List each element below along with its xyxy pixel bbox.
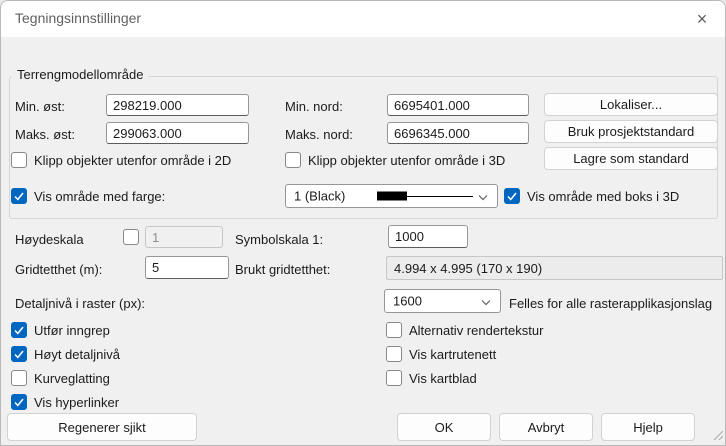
- regenerate-layer-button[interactable]: Regenerer sjikt: [7, 413, 197, 441]
- checkbox-label: Vis område med boks i 3D: [527, 189, 679, 204]
- max-north-label: Maks. nord:: [285, 127, 353, 143]
- color-swatch: [377, 192, 407, 201]
- use-project-standard-button[interactable]: Bruk prosjektstandard: [544, 120, 718, 143]
- checkbox-icon: [386, 370, 402, 386]
- height-scale-label: Høydeskala: [15, 232, 84, 248]
- checkbox-label: Vis område med farge:: [34, 189, 165, 204]
- checkbox-clip-outside-area-2d[interactable]: Klipp objekter utenfor område i 2D: [11, 152, 231, 168]
- checkbox-kurveglatting[interactable]: Kurveglatting: [11, 370, 110, 386]
- checkbox-icon: [11, 394, 27, 410]
- checkbox-icon: [386, 346, 402, 362]
- area-color-dropdown[interactable]: 1 (Black): [285, 184, 498, 208]
- checkbox-label: Utfør inngrep: [34, 323, 110, 338]
- checkbox-icon: [123, 229, 139, 245]
- checkbox-label: Klipp objekter utenfor område i 2D: [34, 153, 231, 168]
- ok-button[interactable]: OK: [397, 413, 491, 441]
- chevron-down-icon: [478, 189, 488, 204]
- raster-detail-value: 1600: [393, 294, 422, 309]
- checkbox-label: Vis hyperlinker: [34, 395, 119, 410]
- save-as-standard-button[interactable]: Lagre som standard: [544, 147, 718, 170]
- close-icon[interactable]: ×: [679, 1, 725, 37]
- resize-grip[interactable]: [711, 428, 723, 443]
- checkbox-alternativ-rendertekstur[interactable]: Alternativ rendertekstur: [386, 322, 543, 338]
- grid-density-input[interactable]: [145, 256, 229, 279]
- symbol-scale-label: Symbolskala 1:: [235, 232, 323, 248]
- titlebar: Tegningsinnstillinger ×: [1, 1, 725, 37]
- checkbox-label: Alternativ rendertekstur: [409, 323, 543, 338]
- checkbox-label: Vis kartblad: [409, 371, 477, 386]
- localize-button[interactable]: Lokaliser...: [544, 93, 718, 116]
- checkbox-label: Kurveglatting: [34, 371, 110, 386]
- checkbox-hoyt-detaljniva[interactable]: Høyt detaljnivå: [11, 346, 120, 362]
- checkbox-vis-hyperlinker[interactable]: Vis hyperlinker: [11, 394, 119, 410]
- color-line: [406, 196, 473, 197]
- checkbox-icon: [11, 188, 27, 204]
- symbol-scale-input[interactable]: [388, 225, 468, 248]
- checkbox-utfor-inngrep[interactable]: Utfør inngrep: [11, 322, 110, 338]
- checkbox-icon: [504, 188, 520, 204]
- checkbox-icon: [285, 152, 301, 168]
- checkbox-label: Klipp objekter utenfor område i 3D: [308, 153, 505, 168]
- max-east-input[interactable]: [106, 122, 249, 144]
- checkbox-clip-outside-area-3d[interactable]: Klipp objekter utenfor område i 3D: [285, 152, 505, 168]
- checkbox-icon: [11, 322, 27, 338]
- checkbox-show-area-with-color[interactable]: Vis område med farge:: [11, 188, 165, 204]
- min-east-label: Min. øst:: [15, 99, 65, 115]
- max-east-label: Maks. øst:: [15, 127, 75, 143]
- checkbox-icon: [386, 322, 402, 338]
- terrain-group-legend: Terrengmodellområde: [12, 67, 148, 82]
- min-north-input[interactable]: [387, 94, 529, 116]
- dialog-title: Tegningsinnstillinger: [15, 10, 141, 26]
- checkbox-height-scale[interactable]: [123, 229, 139, 245]
- raster-detail-dropdown[interactable]: 1600: [384, 289, 501, 313]
- grid-density-label: Gridtetthet (m):: [15, 262, 102, 278]
- help-button[interactable]: Hjelp: [601, 413, 695, 441]
- checkbox-vis-kartblad[interactable]: Vis kartblad: [386, 370, 477, 386]
- checkbox-show-area-box-3d[interactable]: Vis område med boks i 3D: [504, 188, 679, 204]
- height-scale-input: [145, 226, 223, 248]
- used-grid-density-value: 4.994 x 4.995 (170 x 190): [386, 256, 723, 280]
- min-north-label: Min. nord:: [285, 99, 343, 115]
- checkbox-label: Høyt detaljnivå: [34, 347, 120, 362]
- min-east-input[interactable]: [106, 94, 249, 116]
- chevron-down-icon: [481, 294, 491, 309]
- cancel-button[interactable]: Avbryt: [499, 413, 593, 441]
- area-color-value: 1 (Black): [294, 189, 345, 204]
- checkbox-icon: [11, 346, 27, 362]
- raster-detail-note: Felles for alle rasterapplikasjonslag: [509, 296, 712, 312]
- raster-detail-label: Detaljnivå i raster (px):: [15, 296, 145, 312]
- checkbox-vis-kartrutenett[interactable]: Vis kartrutenett: [386, 346, 496, 362]
- drawing-settings-dialog: Tegningsinnstillinger × Terrengmodellomr…: [0, 0, 726, 446]
- max-north-input[interactable]: [387, 122, 529, 144]
- checkbox-icon: [11, 370, 27, 386]
- checkbox-label: Vis kartrutenett: [409, 347, 496, 362]
- checkbox-icon: [11, 152, 27, 168]
- used-grid-density-label: Brukt gridtetthet:: [235, 262, 330, 278]
